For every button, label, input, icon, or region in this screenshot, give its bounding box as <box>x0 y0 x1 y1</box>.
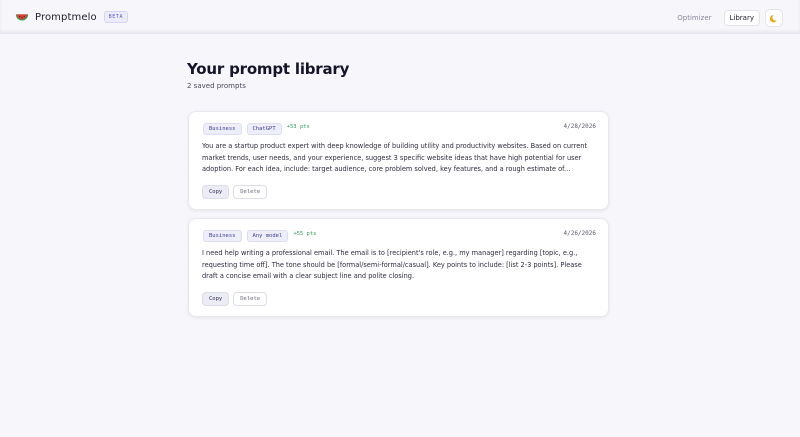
nav-optimizer[interactable]: Optimizer <box>677 14 711 22</box>
watermelon-logo-icon <box>15 14 29 21</box>
model-tag: ChatGPT <box>246 123 282 135</box>
prompt-text: I need help writing a professional email… <box>202 249 582 280</box>
copy-button[interactable]: Copy <box>202 292 230 306</box>
theme-toggle-button[interactable] <box>765 9 783 27</box>
category-tag: Business <box>203 123 242 135</box>
prompt-actions: Copy Delete <box>202 185 268 199</box>
nav-library[interactable]: Library <box>723 10 760 26</box>
prompt-tags: Business ChatGPT +53 pts <box>203 123 310 135</box>
app-name: Promptmelo <box>35 11 97 23</box>
prompt-date: 4/28/2026 <box>563 123 596 130</box>
prompt-text: You are a startup product expert with de… <box>202 142 588 173</box>
page-title: Your prompt library <box>187 60 350 78</box>
prompt-actions: Copy Delete <box>202 292 268 306</box>
points-badge: +53 pts <box>286 124 310 130</box>
model-tag: Any model <box>246 230 289 242</box>
copy-button[interactable]: Copy <box>202 185 230 199</box>
main-nav: Optimizer Library <box>677 9 783 27</box>
delete-button[interactable]: Delete <box>233 292 268 306</box>
prompt-card: Business ChatGPT +53 pts 4/28/2026 You a… <box>188 111 609 210</box>
saved-count: 2 saved prompts <box>187 82 246 90</box>
delete-button[interactable]: Delete <box>233 185 268 199</box>
prompt-card: Business Any model +55 pts 4/26/2026 I n… <box>188 218 609 317</box>
beta-badge: BETA <box>103 11 129 23</box>
category-tag: Business <box>203 230 242 242</box>
top-bar: Promptmelo BETA Optimizer Library <box>0 0 800 34</box>
prompt-tags: Business Any model +55 pts <box>203 230 317 242</box>
brand[interactable]: Promptmelo BETA <box>15 10 129 24</box>
prompt-date: 4/26/2026 <box>563 230 596 237</box>
points-badge: +55 pts <box>293 231 317 237</box>
moon-icon <box>769 14 777 22</box>
